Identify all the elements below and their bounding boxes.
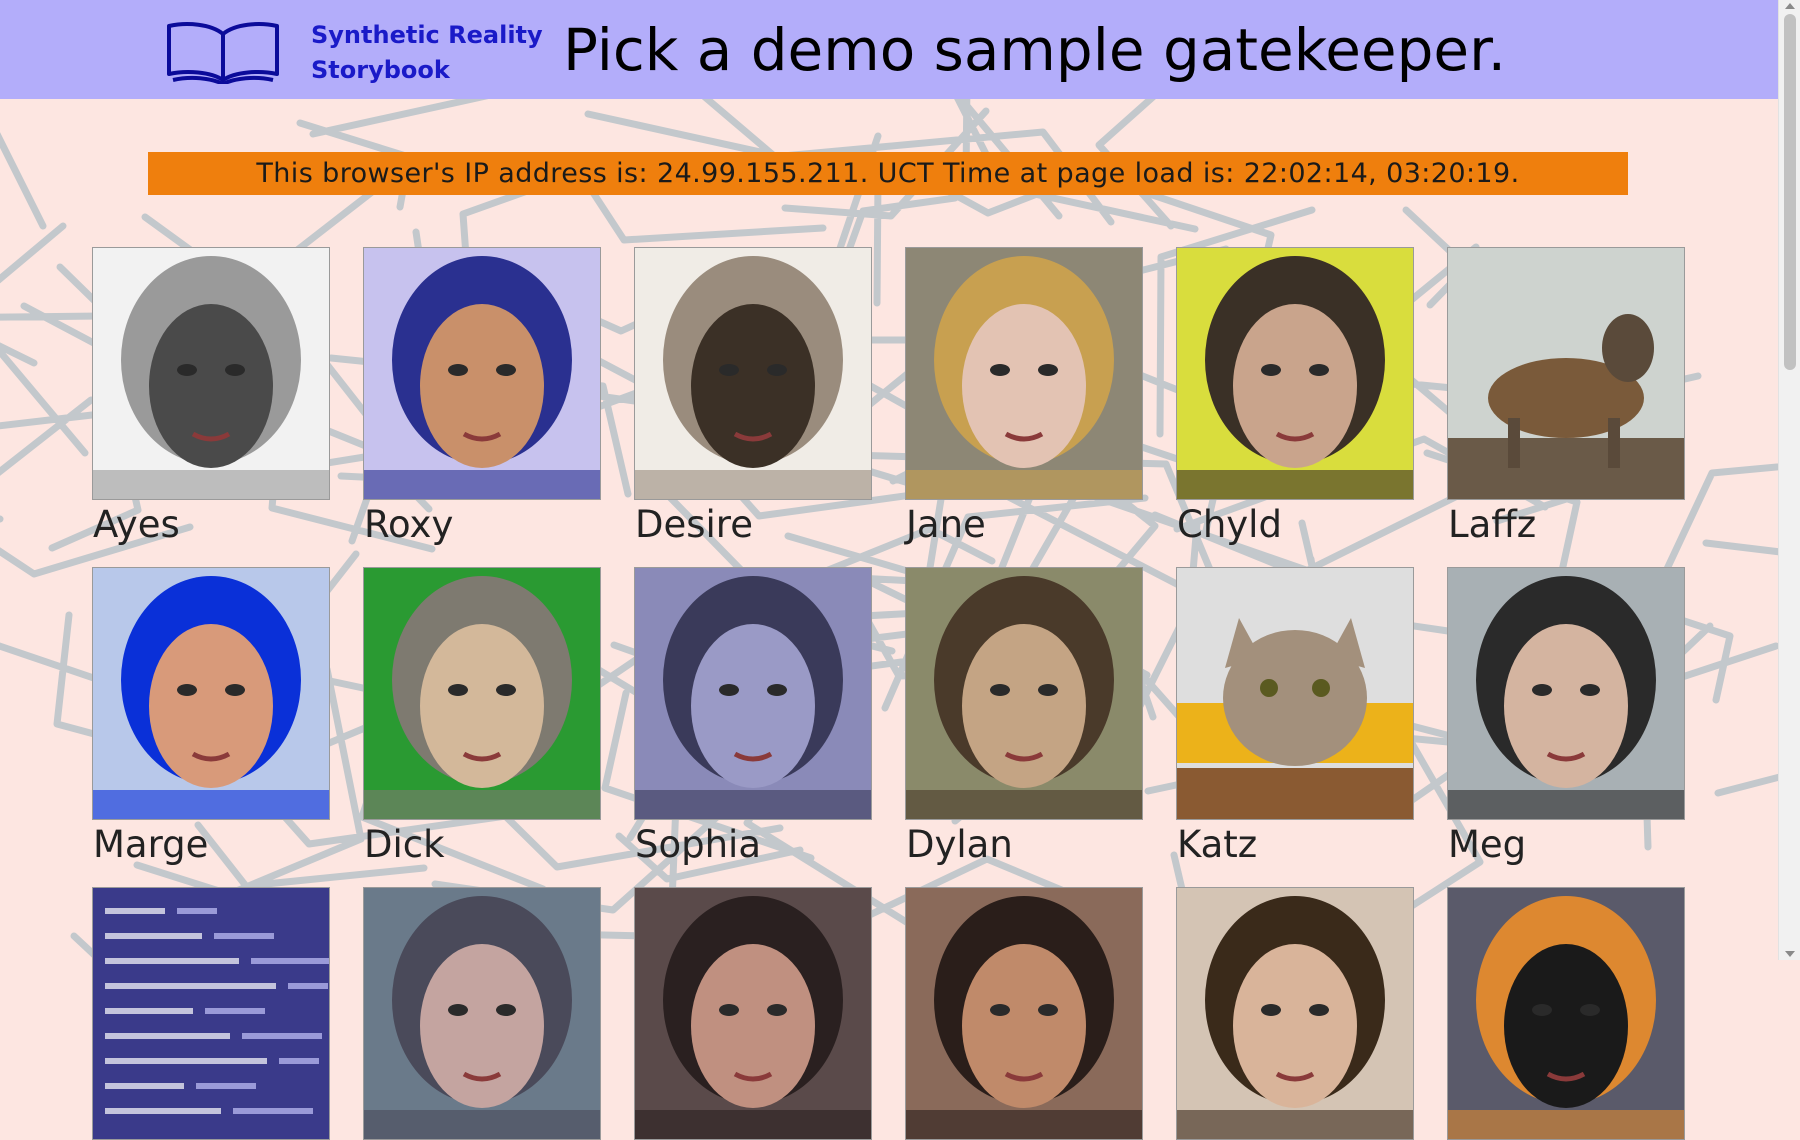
gatekeeper-name[interactable]: Jane: [906, 503, 986, 547]
gatekeeper-card[interactable]: Roxy: [363, 247, 601, 546]
gatekeeper-card[interactable]: Jane: [905, 247, 1143, 546]
gatekeeper-portrait-image[interactable]: [363, 567, 601, 820]
gatekeeper-name[interactable]: Meg: [1448, 823, 1526, 867]
brand-line-1: Synthetic Reality: [311, 21, 543, 49]
gatekeeper-card[interactable]: Ayes: [92, 247, 330, 546]
gatekeeper-card[interactable]: Laffz: [1447, 247, 1685, 546]
gatekeeper-card[interactable]: [634, 887, 872, 1140]
gatekeeper-name[interactable]: Katz: [1177, 823, 1257, 867]
scrollbar-thumb[interactable]: [1784, 14, 1796, 370]
gatekeeper-portrait-image[interactable]: [1176, 247, 1414, 500]
gatekeeper-card[interactable]: [1176, 887, 1414, 1140]
gatekeeper-card[interactable]: [1447, 887, 1685, 1140]
gatekeeper-card[interactable]: Desire: [634, 247, 872, 546]
brand-name[interactable]: Synthetic Reality Storybook: [311, 18, 543, 88]
gatekeeper-portrait-image[interactable]: [905, 887, 1143, 1140]
gatekeeper-name[interactable]: Marge: [93, 823, 208, 867]
gatekeeper-card[interactable]: [363, 887, 601, 1140]
gatekeeper-portrait-image[interactable]: [1447, 567, 1685, 820]
gatekeeper-name[interactable]: Ayes: [93, 503, 180, 547]
gatekeeper-card[interactable]: Chyld: [1176, 247, 1414, 546]
gatekeeper-portrait-image[interactable]: [92, 567, 330, 820]
open-book-icon[interactable]: [165, 18, 281, 84]
scroll-up-icon[interactable]: [1785, 3, 1795, 9]
gatekeeper-portrait-image[interactable]: [1447, 887, 1685, 1140]
gatekeeper-name[interactable]: Chyld: [1177, 503, 1282, 547]
gatekeeper-portrait-image[interactable]: [905, 567, 1143, 820]
gatekeeper-name[interactable]: Dick: [364, 823, 445, 867]
gatekeeper-name[interactable]: Roxy: [364, 503, 453, 547]
scroll-down-icon[interactable]: [1785, 951, 1795, 957]
vertical-scrollbar[interactable]: [1778, 0, 1800, 960]
gatekeeper-name[interactable]: Dylan: [906, 823, 1013, 867]
gatekeeper-portrait-image[interactable]: [1447, 247, 1685, 500]
gatekeeper-card[interactable]: [905, 887, 1143, 1140]
gatekeeper-card[interactable]: Sophia: [634, 567, 872, 866]
top-banner: Synthetic Reality Storybook Pick a demo …: [0, 0, 1778, 99]
gatekeeper-card[interactable]: Meg: [1447, 567, 1685, 866]
gatekeeper-portrait-image[interactable]: [1176, 887, 1414, 1140]
gatekeeper-name[interactable]: Desire: [635, 503, 753, 547]
gatekeeper-portrait-image[interactable]: [363, 887, 601, 1140]
gatekeeper-card[interactable]: Dick: [363, 567, 601, 866]
page-title: Pick a demo sample gatekeeper.: [563, 16, 1507, 84]
gatekeeper-card[interactable]: [92, 887, 330, 1140]
brand-line-2: Storybook: [311, 56, 450, 84]
gatekeeper-name[interactable]: Sophia: [635, 823, 761, 867]
gatekeeper-portrait-image[interactable]: [92, 247, 330, 500]
gatekeeper-card[interactable]: Dylan: [905, 567, 1143, 866]
gatekeeper-portrait-image[interactable]: [92, 887, 330, 1140]
gatekeeper-portrait-image[interactable]: [905, 247, 1143, 500]
ip-time-banner: This browser's IP address is: 24.99.155.…: [148, 152, 1628, 195]
gatekeeper-card[interactable]: Marge: [92, 567, 330, 866]
gatekeeper-portrait-image[interactable]: [634, 887, 872, 1140]
gatekeeper-portrait-image[interactable]: [634, 247, 872, 500]
gatekeeper-portrait-image[interactable]: [634, 567, 872, 820]
gatekeeper-portrait-image[interactable]: [1176, 567, 1414, 820]
gatekeeper-name[interactable]: Laffz: [1448, 503, 1536, 547]
gatekeeper-portrait-image[interactable]: [363, 247, 601, 500]
gatekeeper-card[interactable]: Katz: [1176, 567, 1414, 866]
